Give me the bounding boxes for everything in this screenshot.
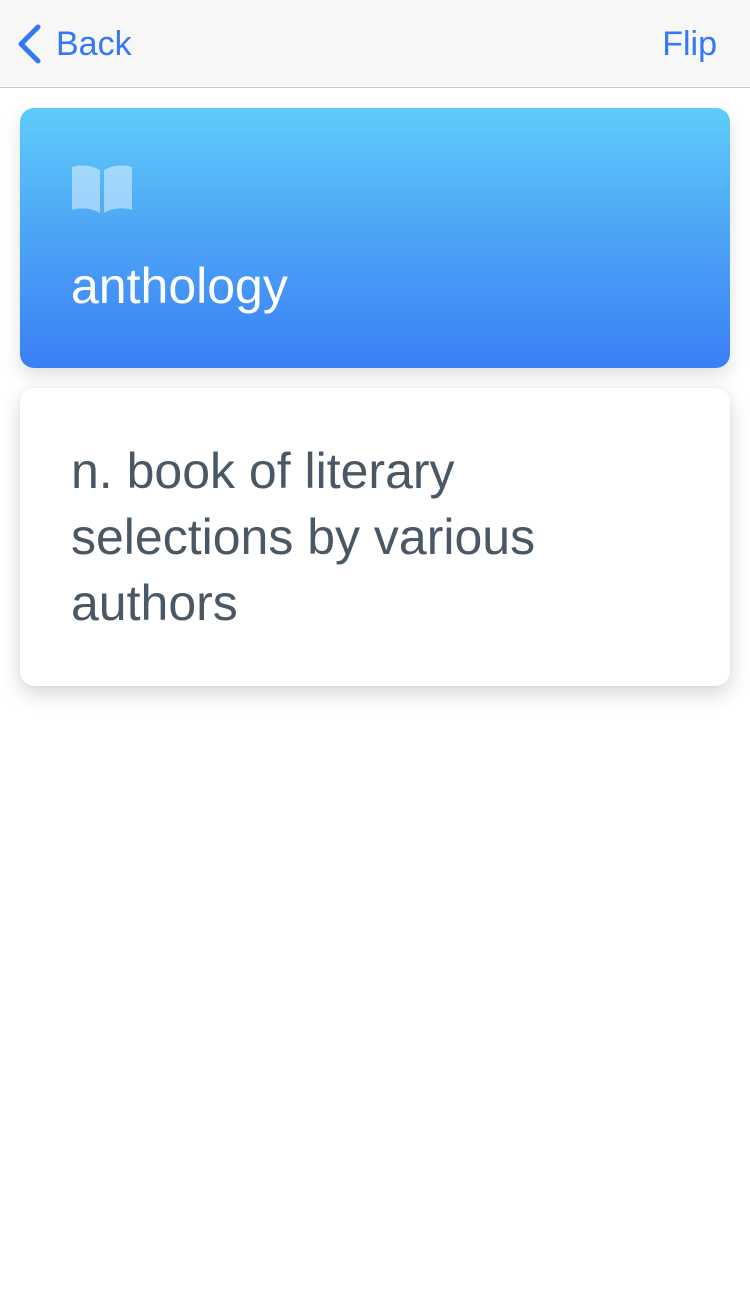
word-title: anthology [71,258,288,314]
book-open-icon [72,165,132,213]
back-button-label: Back [56,25,132,63]
chevron-left-icon [18,24,41,64]
definition-text: n. book of literary selections by variou… [71,443,536,631]
word-card[interactable]: anthology [20,108,730,368]
back-button[interactable]: Back [16,22,132,66]
navigation-bar: Back Flip [0,0,750,88]
definition-card[interactable]: n. book of literary selections by variou… [20,388,730,686]
flip-button[interactable]: Flip [662,22,717,66]
